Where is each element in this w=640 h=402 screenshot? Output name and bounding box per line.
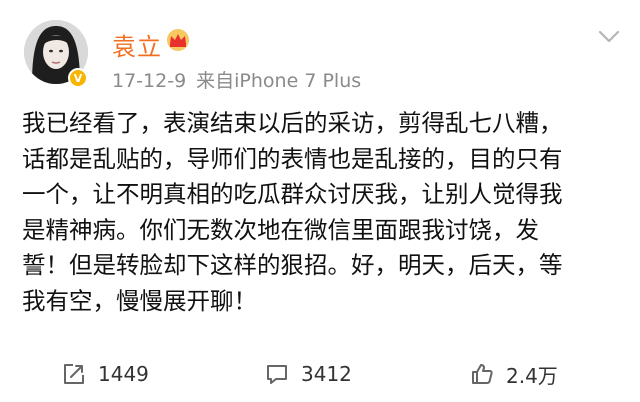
like-icon bbox=[472, 364, 493, 384]
content-line: 是精神病。你们无数次地在微信里面跟我讨饶，发 bbox=[22, 215, 539, 244]
comment-icon bbox=[267, 365, 287, 384]
weibo-post: V 袁立 17-12-9 来自iPhone 7 Plus 我已经看了，表演结束以后… bbox=[0, 0, 640, 402]
like-button[interactable]: 2.4万 bbox=[470, 352, 558, 396]
author-name[interactable]: 袁立 bbox=[112, 27, 162, 62]
content-line: 我已经看了，表演结束以后的采访，剪得乱七八糟， bbox=[22, 109, 563, 137]
content-line: 一个，让不明真相的吃瓜群众讨厌我，让别人觉得我 bbox=[22, 180, 563, 208]
content-line: 我有空，慢慢展开聊！ bbox=[22, 286, 257, 315]
post-meta: 17-12-9 来自iPhone 7 Plus bbox=[112, 66, 361, 93]
comment-button[interactable]: 3412 bbox=[265, 352, 352, 396]
content-line: 话都是乱贴的，导师们的表情也是乱接的，目的只有 bbox=[22, 144, 563, 173]
post-date: 17-12-9 bbox=[112, 70, 187, 92]
content-line: 誓！但是转脸却下这样的狠招。好，明天，后天，等 bbox=[22, 251, 563, 279]
post-content: 我已经看了，表演结束以后的采访，剪得乱七八糟， 话都是乱贴的，导师们的表情也是乱… bbox=[22, 106, 622, 319]
repost-button[interactable]: 1449 bbox=[62, 352, 149, 396]
like-count: 2.4万 bbox=[506, 363, 558, 388]
svg-text:V: V bbox=[74, 72, 83, 85]
verified-badge-icon: V bbox=[68, 68, 88, 88]
repost-icon bbox=[64, 364, 84, 384]
post-source[interactable]: 来自iPhone 7 Plus bbox=[196, 70, 361, 92]
crown-icon[interactable] bbox=[163, 28, 193, 52]
chevron-down-icon[interactable] bbox=[598, 30, 620, 44]
comment-count: 3412 bbox=[301, 362, 352, 386]
action-bar: 1449 3412 2.4万 bbox=[0, 352, 640, 396]
repost-count: 1449 bbox=[98, 362, 149, 386]
